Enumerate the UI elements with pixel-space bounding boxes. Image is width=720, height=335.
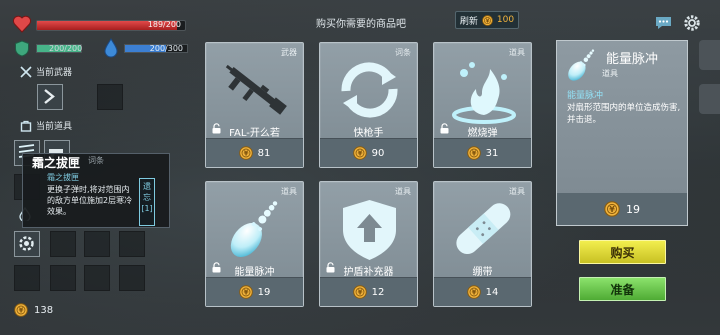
item-price-value: 12 xyxy=(371,286,385,298)
skill-slot-5[interactable] xyxy=(14,265,40,291)
armor-shield-icon xyxy=(15,40,29,57)
tooltip-title: 霜之拔匣 xyxy=(32,156,81,170)
energy-bar: 200/300 xyxy=(124,44,188,53)
refresh-button[interactable]: 刷新 100 xyxy=(455,11,519,29)
weapon-slot-1[interactable] xyxy=(37,84,63,110)
energy-pulse-icon xyxy=(561,44,603,86)
fire-icon xyxy=(452,62,516,124)
crossed-swords-icon xyxy=(20,65,32,78)
tooltip-subtitle: 霜之拔匣 xyxy=(47,173,79,182)
coin-icon xyxy=(604,201,620,217)
refresh-label: 刷新 xyxy=(459,16,478,27)
item-price: 12 xyxy=(320,277,417,306)
item-price: 14 xyxy=(434,277,531,306)
shop-item-card-6[interactable]: 道具 绷带 14 xyxy=(433,181,532,307)
energy-drop-icon xyxy=(104,38,118,58)
weapon-arrow-icon xyxy=(44,89,55,104)
gear-skill-icon xyxy=(19,236,34,251)
item-price-value: 14 xyxy=(485,286,499,298)
weapon-slot-2[interactable] xyxy=(97,84,123,110)
item-name: 能量脉冲 xyxy=(234,267,275,278)
coin-icon xyxy=(14,303,28,317)
rifle-icon xyxy=(225,64,287,115)
detail-item-price: 19 xyxy=(557,193,687,225)
item-price-value: 19 xyxy=(257,286,271,298)
coin-icon xyxy=(482,15,493,26)
item-price: 90 xyxy=(320,138,417,167)
tooltip-description: 更换子弹时,将对范围内的敌方单位施加2层寒冷效果。 xyxy=(47,185,133,216)
current-weapon-label: 当前武器 xyxy=(20,65,72,78)
buy-button[interactable]: 购买 xyxy=(579,240,666,264)
item-name: 燃烧弹 xyxy=(467,128,498,139)
heart-icon xyxy=(12,15,32,33)
shop-item-card-1[interactable]: 武器 FAL-开么若 81 xyxy=(205,42,304,168)
skill-slot-4[interactable] xyxy=(119,231,145,257)
detail-item-description: 对扇形范围内的单位造成伤害,并击退。 xyxy=(567,103,681,125)
shield-up-icon xyxy=(343,200,396,260)
refresh-cost: 100 xyxy=(496,15,515,25)
shop-item-card-2[interactable]: 词条 快枪手 90 xyxy=(319,42,418,168)
energy-pulse-icon xyxy=(218,194,293,264)
bandage-icon xyxy=(456,203,511,255)
current-weapon-text: 当前武器 xyxy=(36,68,73,78)
item-name: 快枪手 xyxy=(353,128,384,139)
item-name: FAL-开么若 xyxy=(229,128,280,139)
item-name: 绷带 xyxy=(472,267,493,278)
reload-arrows-icon xyxy=(341,62,398,118)
coin-icon xyxy=(239,146,253,160)
detail-price-value: 19 xyxy=(626,202,640,216)
item-price-value: 81 xyxy=(257,147,271,159)
settings-gear-icon[interactable] xyxy=(683,14,701,32)
tooltip-tag: 遗忘[1] xyxy=(139,178,155,226)
side-tab-1[interactable] xyxy=(699,40,720,70)
coin-icon xyxy=(467,146,481,160)
detail-item-subtitle: 能量脉冲 xyxy=(567,91,604,101)
coin-icon xyxy=(353,285,367,299)
skill-slot-1[interactable] xyxy=(14,231,40,257)
armor-text: 200/200 xyxy=(49,44,83,53)
detail-item-category: 道具 xyxy=(602,69,618,78)
item-price: 19 xyxy=(206,277,303,306)
energy-text: 200/300 xyxy=(149,44,183,53)
item-price: 81 xyxy=(206,138,303,167)
item-name: 护盾补充器 xyxy=(343,267,394,278)
item-bag-icon xyxy=(20,120,32,132)
skill-slot-2[interactable] xyxy=(50,231,76,257)
coin-icon xyxy=(239,285,253,299)
player-coins-value: 138 xyxy=(34,304,54,316)
player-coins: 138 xyxy=(14,303,53,317)
detail-item-name: 能量脉冲 xyxy=(606,52,659,67)
coin-icon xyxy=(353,146,367,160)
current-item-text: 当前道具 xyxy=(36,122,73,132)
shop-item-card-3[interactable]: 道具 燃烧弹 31 xyxy=(433,42,532,168)
chat-icon[interactable] xyxy=(655,16,672,30)
coin-icon xyxy=(467,285,481,299)
ready-button[interactable]: 准备 xyxy=(579,277,666,301)
tooltip-category: 词条 xyxy=(88,156,104,165)
hp-bar: 189/200 xyxy=(36,20,186,31)
shop-item-card-4[interactable]: 道具 能量脉冲 19 xyxy=(205,181,304,307)
item-price: 31 xyxy=(434,138,531,167)
item-price-value: 31 xyxy=(485,147,499,159)
item-price-value: 90 xyxy=(371,147,385,159)
side-tab-2[interactable] xyxy=(699,84,720,114)
skill-slot-6[interactable] xyxy=(50,265,76,291)
skill-slot-8[interactable] xyxy=(119,265,145,291)
armor-bar: 200/200 xyxy=(36,44,82,53)
skill-slot-7[interactable] xyxy=(84,265,110,291)
shop-title: 购买你需要的商品吧 xyxy=(316,19,406,30)
hp-text: 189/200 xyxy=(147,20,181,29)
shop-item-card-5[interactable]: 道具 护盾补充器 12 xyxy=(319,181,418,307)
current-item-label: 当前道具 xyxy=(20,119,72,132)
skill-slot-3[interactable] xyxy=(84,231,110,257)
